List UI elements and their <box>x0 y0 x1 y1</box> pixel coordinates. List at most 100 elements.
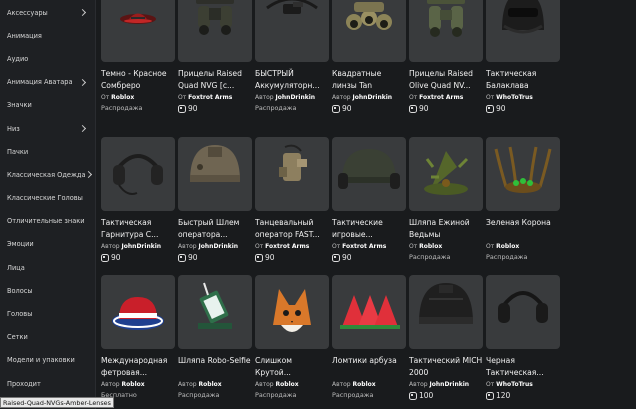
creator-name[interactable]: WhoToTrus <box>496 381 533 388</box>
item-card[interactable]: Слишком Крутой... Автор Roblox Распродажа <box>255 275 329 399</box>
item-title[interactable]: Прицелы Raised Olive Quad NV... <box>409 68 483 91</box>
sidebar-item[interactable]: Анимация <box>0 24 95 47</box>
creator-name[interactable]: Roblox <box>353 381 376 388</box>
creator-name[interactable]: JohnDrinkin <box>122 243 161 250</box>
creator-name[interactable]: Foxtrot Arms <box>342 243 386 250</box>
creator-name[interactable]: Foxtrot Arms <box>265 243 309 250</box>
item-title[interactable]: Тактическая Балаклава <box>486 68 560 91</box>
item-card[interactable]: Тактическая Балаклава От WhoToTrus 90 <box>486 0 560 113</box>
item-card[interactable]: Тактическая Гарнитура С... Автор JohnDrin… <box>101 137 175 262</box>
item-card[interactable]: Прицелы Raised Olive Quad NV... От Foxtro… <box>409 0 483 113</box>
creator-name[interactable]: Roblox <box>199 381 222 388</box>
item-title[interactable]: Ломтики арбуза <box>332 355 406 378</box>
item-card[interactable]: Прицелы Raised Quad NVG [с... От Foxtrot … <box>178 0 252 113</box>
item-title[interactable]: Тактический MICH 2000 <box>409 355 483 378</box>
creator-name[interactable]: WhoToTrus <box>496 94 533 101</box>
price-value: 90 <box>111 253 121 262</box>
tactical-headset-icon[interactable] <box>101 137 175 211</box>
item-card[interactable]: Международная фетровая... Автор Roblox Бес… <box>101 275 175 399</box>
operator-helmet-icon[interactable] <box>178 137 252 211</box>
sidebar-item-label: Сетки <box>7 333 28 342</box>
sidebar-item[interactable]: Аудио <box>0 47 95 70</box>
catalog-grid: Темно - Красное Сомбреро От Roblox Распрод… <box>96 0 636 409</box>
item-card[interactable]: Квадратные линзы Tan Автор JohnDrinkin 90 <box>332 0 406 113</box>
sidebar-item[interactable]: Классическая Одежда <box>0 163 95 186</box>
sidebar-item[interactable]: Головы <box>0 302 95 325</box>
creator-name[interactable]: Roblox <box>496 243 519 250</box>
red-sombrero-icon[interactable] <box>101 0 175 62</box>
item-title[interactable]: Шляпа Ежиной Ведьмы <box>409 217 483 240</box>
sidebar-item[interactable]: Волосы <box>0 279 95 302</box>
sidebar-item[interactable]: Проходит <box>0 372 95 395</box>
sidebar-item[interactable]: Классические Головы <box>0 187 95 210</box>
sidebar-item-label: Анимация Аватара <box>7 78 73 87</box>
item-card[interactable]: Быстрый Шлем оператора... Автор JohnDrink… <box>178 137 252 262</box>
creator-name[interactable]: Roblox <box>111 94 134 101</box>
item-title[interactable]: Слишком Крутой... <box>255 355 329 378</box>
item-title[interactable]: Быстрый Шлем оператора... <box>178 217 252 240</box>
item-thumbnail-art <box>198 282 232 329</box>
item-title[interactable]: Темно - Красное Сомбреро <box>101 68 175 91</box>
item-title[interactable]: БЫСТРЫЙ Аккумуляторн... <box>255 68 329 91</box>
item-title[interactable]: Квадратные линзы Tan <box>332 68 406 91</box>
sidebar-item[interactable]: Лица <box>0 256 95 279</box>
sidebar-item-label: Эмоции <box>7 240 34 249</box>
item-card[interactable]: Зеленая Корона От Roblox Распродажа <box>486 137 560 261</box>
creator-name[interactable]: JohnDrinkin <box>430 381 469 388</box>
item-card[interactable]: Тактические игровые... От Foxtrot Arms 90 <box>332 137 406 262</box>
robo-selfie-hat-icon[interactable] <box>178 275 252 349</box>
sidebar-item[interactable]: Отличительные знаки <box>0 210 95 233</box>
item-creator: Автор Roblox <box>255 381 329 388</box>
tan-lenses-icon[interactable] <box>332 0 406 62</box>
sidebar-item[interactable]: Эмоции <box>0 233 95 256</box>
sidebar-item[interactable]: Значки <box>0 94 95 117</box>
creator-name[interactable]: JohnDrinkin <box>276 94 315 101</box>
creator-name[interactable]: Roblox <box>419 243 442 250</box>
item-title[interactable]: Прицелы Raised Quad NVG [с... <box>178 68 252 91</box>
item-title[interactable]: Зеленая Корона <box>486 217 560 240</box>
creator-prefix: Автор <box>101 381 120 388</box>
green-crown-icon[interactable] <box>486 137 560 211</box>
creator-name[interactable]: Roblox <box>276 381 299 388</box>
item-card[interactable]: Танцевальный оператор FAST... От Foxtrot … <box>255 137 329 262</box>
battery-headset-icon[interactable] <box>255 0 329 62</box>
item-card[interactable]: Черная Тактическая... От WhoToTrus 120 <box>486 275 560 400</box>
creator-name[interactable]: Foxtrot Arms <box>188 94 232 101</box>
item-price: 90 <box>332 253 406 262</box>
item-title[interactable]: Международная фетровая... <box>101 355 175 378</box>
item-title[interactable]: Тактические игровые... <box>332 217 406 240</box>
sidebar-item[interactable]: Сетки <box>0 326 95 349</box>
item-title[interactable]: Тактическая Гарнитура С... <box>101 217 175 240</box>
sidebar-item[interactable]: Модели и упаковки <box>0 349 95 372</box>
item-title[interactable]: Черная Тактическая... <box>486 355 560 378</box>
fedora-icon[interactable] <box>101 275 175 349</box>
price-value: 90 <box>342 104 352 113</box>
fast-gear-icon[interactable] <box>255 137 329 211</box>
sidebar-item[interactable]: Аксессуары <box>0 1 95 24</box>
black-headset-icon[interactable] <box>486 275 560 349</box>
item-title[interactable]: Шляпа Robo-Selfie <box>178 355 252 378</box>
item-title[interactable]: Танцевальный оператор FAST... <box>255 217 329 240</box>
item-card[interactable]: Шляпа Ежиной Ведьмы От Roblox Распродажа <box>409 137 483 261</box>
balaclava-icon[interactable] <box>486 0 560 62</box>
item-card[interactable]: Тактический MICH 2000 Автор JohnDrinkin 10… <box>409 275 483 400</box>
witch-hat-icon[interactable] <box>409 137 483 211</box>
sidebar-item[interactable]: Низ <box>0 117 95 140</box>
sidebar-item[interactable]: Пачки <box>0 140 95 163</box>
olive-nvg-icon[interactable] <box>409 0 483 62</box>
sidebar-item[interactable]: Анимация Аватара <box>0 71 95 94</box>
watermelon-icon[interactable] <box>332 275 406 349</box>
sidebar-item-label: Значки <box>7 101 32 110</box>
nvg-goggles-icon[interactable] <box>178 0 252 62</box>
item-card[interactable]: Ломтики арбуза Автор Roblox Распродажа <box>332 275 406 399</box>
creator-name[interactable]: Foxtrot Arms <box>419 94 463 101</box>
creator-name[interactable]: JohnDrinkin <box>199 243 238 250</box>
item-card[interactable]: Темно - Красное Сомбреро От Roblox Распрод… <box>101 0 175 112</box>
fox-hat-icon[interactable] <box>255 275 329 349</box>
creator-name[interactable]: Roblox <box>122 381 145 388</box>
mich-helmet-icon[interactable] <box>409 275 483 349</box>
item-card[interactable]: Шляпа Robo-Selfie Автор Roblox Распродажа <box>178 275 252 399</box>
gaming-headset-icon[interactable] <box>332 137 406 211</box>
item-card[interactable]: БЫСТРЫЙ Аккумуляторн... Автор JohnDrinkin… <box>255 0 329 112</box>
creator-name[interactable]: JohnDrinkin <box>353 94 392 101</box>
